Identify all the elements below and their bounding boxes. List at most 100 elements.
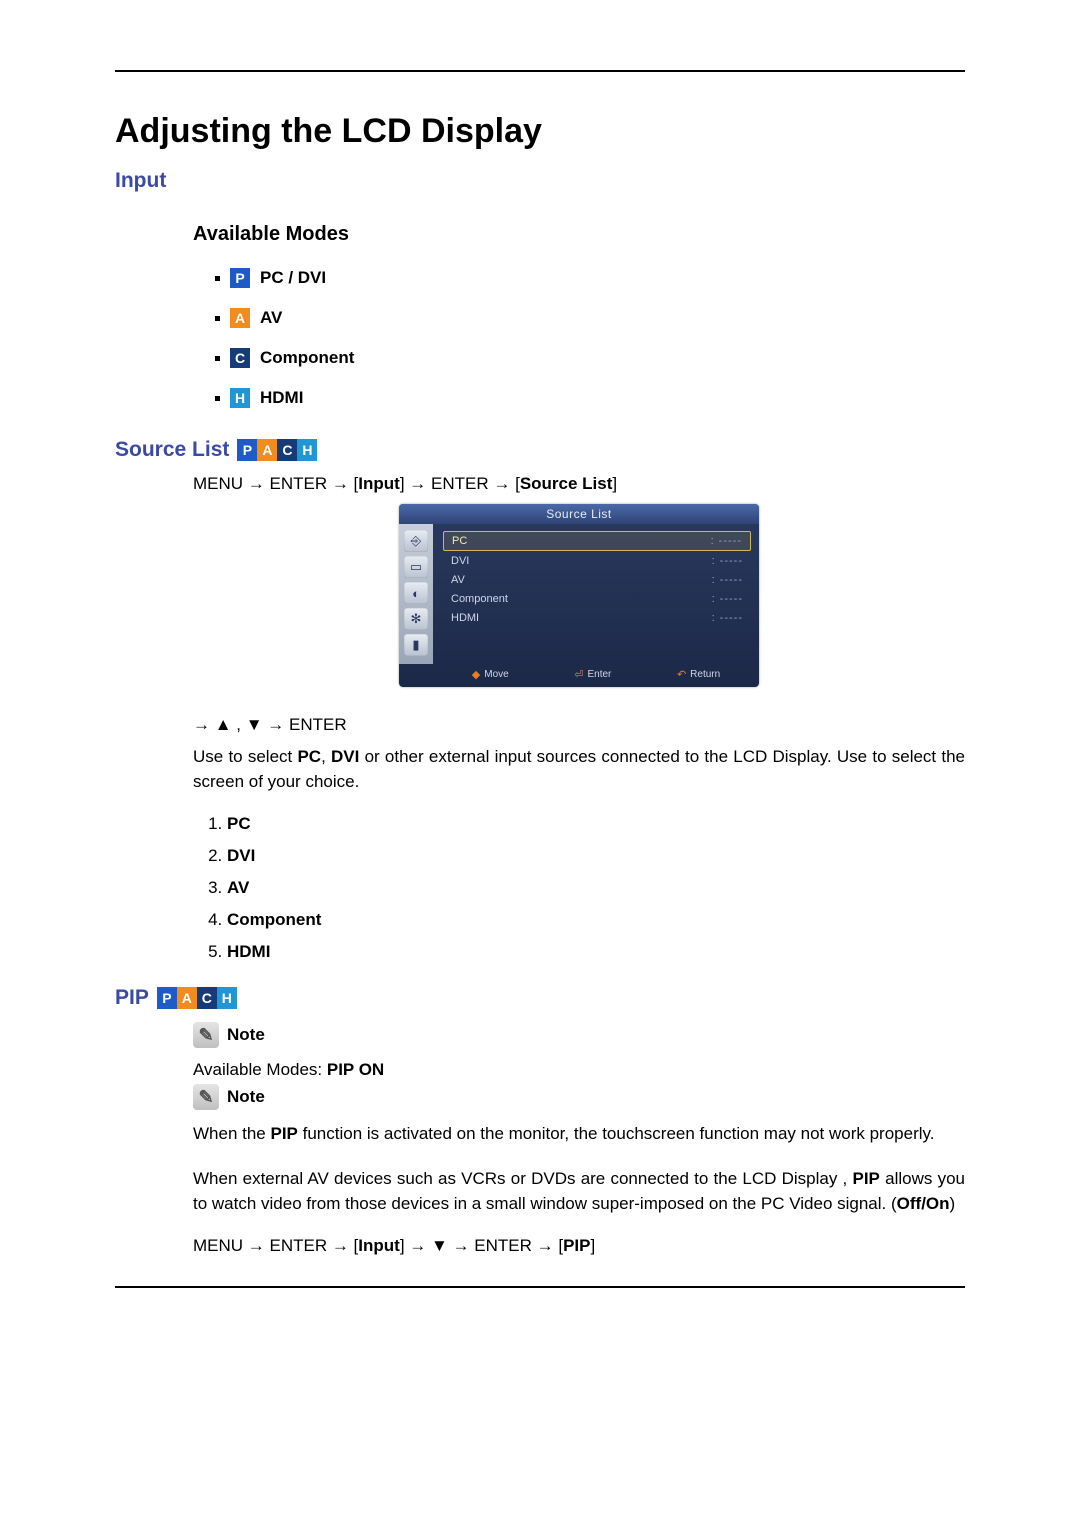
tag-h-icon: H (297, 439, 317, 461)
note-icon: ✎ (193, 1022, 219, 1048)
text: ) (950, 1194, 956, 1213)
nav-bold-input: Input (358, 474, 400, 493)
osd-side-icon: ◐ (404, 582, 428, 604)
tag-h-icon: H (217, 987, 237, 1009)
osd-side-icon: ▭ (404, 556, 428, 578)
pip-touchscreen-warning: When the PIP function is activated on th… (193, 1122, 965, 1147)
bottom-rule (115, 1286, 965, 1288)
mode-pc-dvi: P PC / DVI (215, 268, 965, 288)
tag-c-icon: C (197, 987, 217, 1009)
list-item: PC (227, 814, 965, 834)
tag-p-icon: P (157, 987, 177, 1009)
bullet-icon (215, 276, 220, 281)
text: When the (193, 1124, 271, 1143)
nav-path-pip: MENU → ENTER → [Input] → ▼ → ENTER → [PI… (193, 1236, 965, 1256)
pip-tags: P A C H (157, 987, 237, 1009)
bold-pip-on: PIP ON (327, 1060, 384, 1079)
bullet-icon (215, 356, 220, 361)
text: When external AV devices such as VCRs or… (193, 1169, 853, 1188)
osd-footer: ◆ Move ⏎ Enter ↶ Return (399, 664, 759, 687)
nav-arrows-enter: → ▲ , ▼ → ENTER (193, 715, 965, 735)
tag-a-icon: A (257, 439, 277, 461)
section-pip: PIP P A C H (115, 986, 965, 1010)
mode-av-label: AV (260, 308, 282, 328)
nav-bold-input: Input (358, 1236, 400, 1255)
osd-foot-return: Return (690, 669, 720, 680)
bold-pip: PIP (853, 1169, 880, 1188)
bullet-icon (215, 316, 220, 321)
bold-pc: PC (297, 747, 321, 766)
osd-side-icon: ⎆ (404, 530, 428, 552)
osd-row-value: : ----- (712, 555, 743, 567)
mode-av: A AV (215, 308, 965, 328)
tag-a-icon: A (230, 308, 250, 328)
text: Use to select (193, 747, 297, 766)
note-1: ✎ Note (193, 1022, 965, 1048)
osd-side-icon: ✻ (404, 608, 428, 630)
move-icon: ◆ (472, 668, 480, 681)
list-item: HDMI (227, 942, 965, 962)
osd-row-label: HDMI (451, 612, 479, 624)
bullet-icon (215, 396, 220, 401)
tag-p-icon: P (237, 439, 257, 461)
osd-foot-move: Move (484, 669, 508, 680)
page-title: Adjusting the LCD Display (115, 112, 965, 151)
osd-row-label: DVI (451, 555, 469, 567)
osd-side-icon: ▮ (404, 634, 428, 656)
nav-text: MENU → ENTER → [ (193, 474, 358, 493)
tag-c-icon: C (277, 439, 297, 461)
source-list-tags: P A C H (237, 439, 317, 461)
osd-row-label: Component (451, 593, 508, 605)
nav-text: ] → ▼ → ENTER → [ (400, 1236, 563, 1255)
tag-h-icon: H (230, 388, 250, 408)
pip-available-modes: Available Modes: PIP ON (193, 1060, 965, 1080)
osd-sidebar: ⎆ ▭ ◐ ✻ ▮ (399, 524, 433, 664)
note-icon: ✎ (193, 1084, 219, 1110)
osd-row-value: : ----- (712, 593, 743, 605)
nav-text: MENU → ENTER → [ (193, 1236, 358, 1255)
nav-text: ] → ENTER → [ (400, 474, 520, 493)
osd-row-hdmi: HDMI : ----- (443, 609, 751, 627)
osd-title: Source List (399, 504, 759, 524)
mode-pc-dvi-label: PC / DVI (260, 268, 326, 288)
bold-off-on: Off/On (897, 1194, 950, 1213)
source-numbered-list: PC DVI AV Component HDMI (205, 814, 965, 962)
nav-text: ] (590, 1236, 595, 1255)
osd-row-value: : ----- (712, 612, 743, 624)
osd-screenshot: Source List ⎆ ▭ ◐ ✻ ▮ PC : ----- (399, 504, 759, 687)
osd-row-pc: PC : ----- (443, 531, 751, 551)
nav-path-source-list: MENU → ENTER → [Input] → ENTER → [Source… (193, 474, 965, 494)
bold-pip: PIP (271, 1124, 298, 1143)
text: Available Modes: (193, 1060, 327, 1079)
nav-bold-source-list: Source List (520, 474, 613, 493)
available-modes-list: P PC / DVI A AV C Component H HDMI (215, 268, 965, 408)
mode-hdmi-label: HDMI (260, 388, 303, 408)
osd-row-label: PC (452, 535, 467, 547)
tag-a-icon: A (177, 987, 197, 1009)
tag-c-icon: C (230, 348, 250, 368)
nav-bold-pip: PIP (563, 1236, 590, 1255)
osd-row-label: AV (451, 574, 465, 586)
osd-foot-enter: Enter (587, 669, 611, 680)
osd-row-dvi: DVI : ----- (443, 552, 751, 570)
section-input: Input (115, 169, 965, 193)
list-item: Component (227, 910, 965, 930)
note-label: Note (227, 1087, 265, 1107)
osd-row-value: : ----- (711, 535, 742, 547)
source-list-description: Use to select PC, DVI or other external … (193, 745, 965, 794)
note-label: Note (227, 1025, 265, 1045)
osd-row-value: : ----- (712, 574, 743, 586)
nav-text: ] (612, 474, 617, 493)
osd-row-component: Component : ----- (443, 590, 751, 608)
return-icon: ↶ (677, 668, 686, 681)
list-item: DVI (227, 846, 965, 866)
enter-icon: ⏎ (574, 668, 583, 681)
list-item: AV (227, 878, 965, 898)
bold-dvi: DVI (331, 747, 359, 766)
text: , (321, 747, 331, 766)
mode-component: C Component (215, 348, 965, 368)
osd-main: PC : ----- DVI : ----- AV : ----- Comp (433, 524, 759, 664)
pip-description: When external AV devices such as VCRs or… (193, 1167, 965, 1216)
mode-hdmi: H HDMI (215, 388, 965, 408)
section-source-list: Source List P A C H (115, 438, 965, 462)
